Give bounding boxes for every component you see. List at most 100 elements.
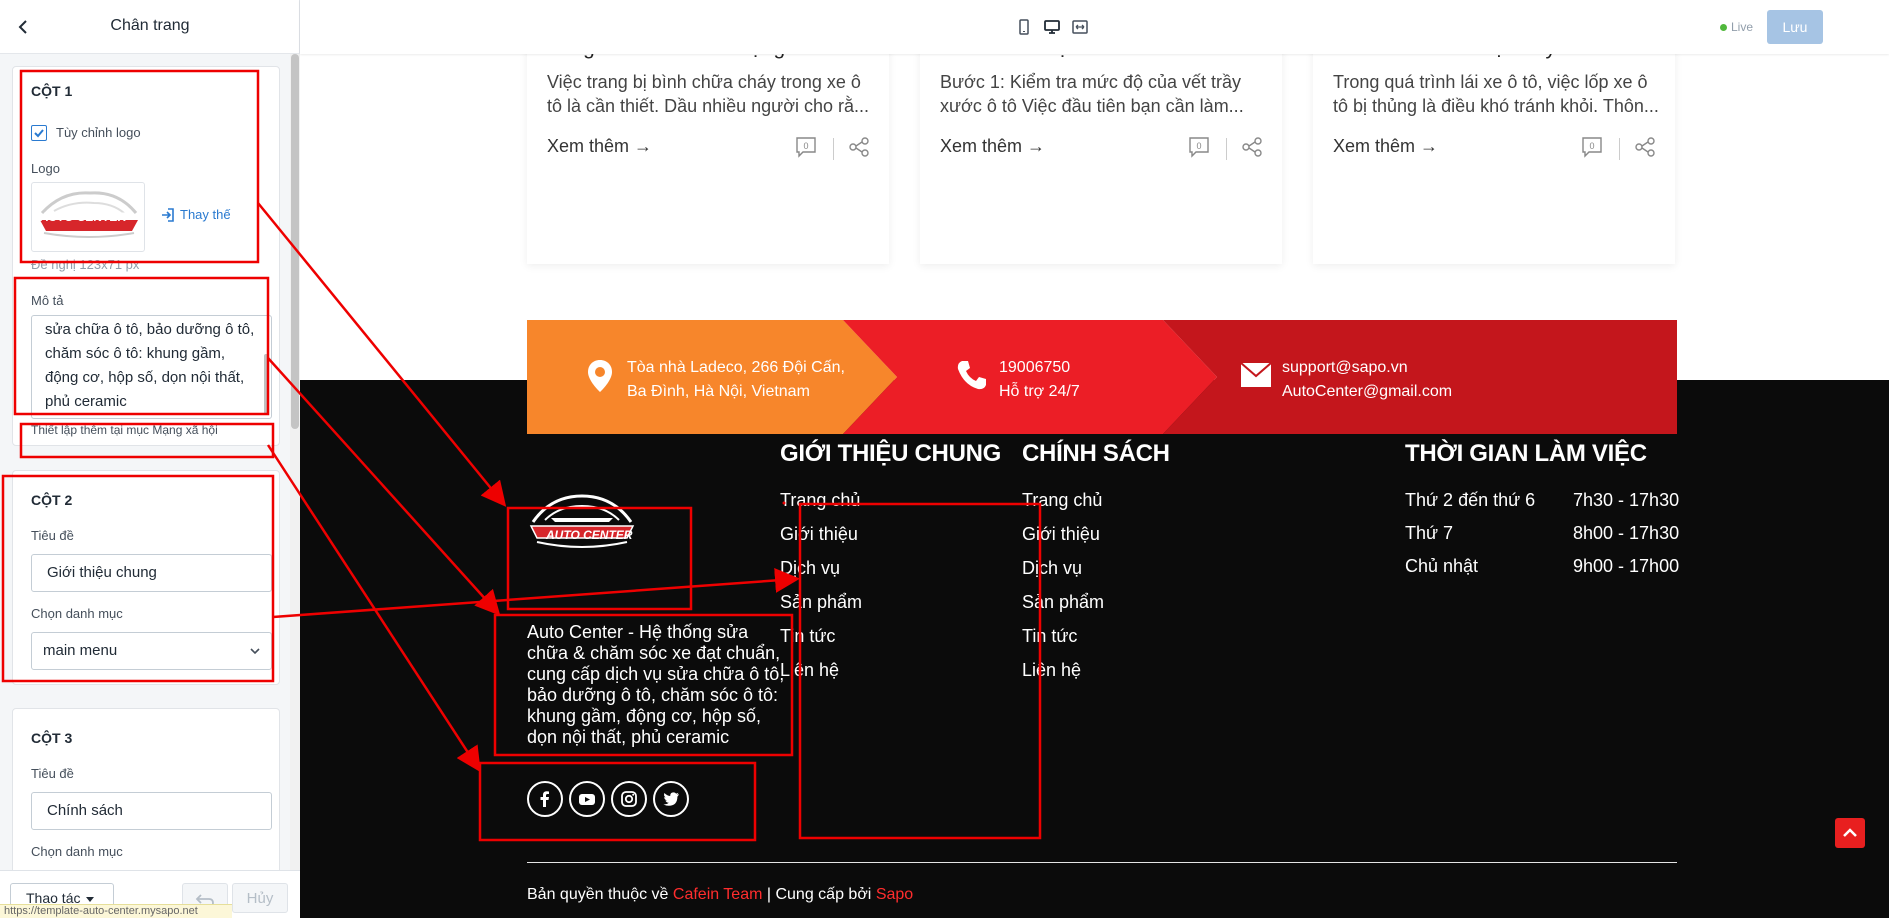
comment-count: 0 — [803, 141, 808, 151]
site-preview: trong ô tô? Cách sử dụng bình... Việc tr… — [300, 54, 1889, 918]
copyright-mid: | Cung cấp bởi — [766, 886, 872, 903]
post-card[interactable]: trong ô tô? Cách sử dụng bình... Việc tr… — [527, 54, 889, 264]
footer-link[interactable]: Dịch vụ — [1022, 558, 1082, 579]
column-3-title-label: Tiêu đề — [31, 766, 74, 781]
live-label: Live — [1731, 20, 1754, 34]
hours-time: 7h30 - 17h30 — [1573, 490, 1680, 510]
replace-icon — [162, 207, 174, 222]
footer-link[interactable]: Giới thiệu — [780, 524, 858, 545]
copyright-provider-link[interactable]: Sapo — [876, 886, 913, 903]
read-more-link[interactable]: Xem thêm → — [940, 136, 1045, 157]
footer-col-intro-title: GIỚI THIỆU CHUNG — [780, 440, 1002, 467]
footer-link[interactable]: Liên hệ — [780, 660, 839, 681]
back-to-top-button[interactable] — [1835, 818, 1865, 848]
panel-header: Chân trang — [0, 0, 300, 54]
post-title[interactable]: trên xe ô tô tại nhà — [940, 54, 1270, 64]
comment-icon[interactable]: 0 — [1581, 136, 1603, 158]
facebook-icon[interactable] — [527, 781, 563, 817]
copyright-team-link[interactable]: Cafein Team — [673, 886, 763, 903]
desktop-icon[interactable] — [1043, 18, 1061, 36]
scrollbar-thumb[interactable] — [291, 54, 299, 429]
comment-count: 0 — [1196, 141, 1201, 151]
column-3-title: CỘT 3 — [31, 730, 73, 746]
share-icon[interactable] — [1241, 136, 1263, 158]
contact-email[interactable]: support@sapo.vn AutoCenter@gmail.com — [1282, 356, 1452, 404]
cancel-button[interactable]: Hủy — [232, 883, 288, 913]
caret-down-icon — [86, 897, 94, 902]
arrow-right-icon: → — [1420, 136, 1439, 156]
column-3-title-input[interactable]: Chính sách — [31, 792, 272, 830]
footer-link[interactable]: Tin tức — [780, 626, 835, 647]
twitter-icon[interactable] — [653, 781, 689, 817]
footer-link[interactable]: Trang chủ — [780, 490, 860, 511]
site-logo[interactable] — [527, 492, 637, 556]
live-dot-icon — [1720, 23, 1727, 31]
column-2-title-label: Tiêu đề — [31, 528, 74, 543]
post-card[interactable]: Xử khánh nhất hiện nay? Trong quá trình … — [1313, 54, 1675, 264]
read-more-label: Xem thêm — [1333, 136, 1416, 156]
hours-time: 8h00 - 17h30 — [1573, 523, 1680, 543]
read-more-link[interactable]: Xem thêm → — [547, 136, 652, 157]
address-line-2: Ba Đình, Hà Nội, Vietnam — [627, 383, 810, 400]
hours-time: 9h00 - 17h00 — [1573, 556, 1680, 576]
status-url: https://template-auto-center.mysapo.net — [0, 904, 232, 918]
save-button[interactable]: Lưu — [1767, 10, 1823, 44]
live-indicator: Live — [1720, 20, 1753, 34]
fullwidth-icon[interactable] — [1071, 18, 1089, 36]
email-2[interactable]: AutoCenter@gmail.com — [1282, 380, 1452, 404]
comment-icon[interactable]: 0 — [795, 136, 817, 158]
post-title[interactable]: trong ô tô? Cách sử dụng bình... — [547, 54, 877, 64]
contact-phone[interactable]: 19006750 Hỗ trợ 24/7 — [999, 356, 1080, 404]
panel-scrollbar[interactable] — [290, 54, 300, 870]
textarea-scrollbar[interactable] — [264, 354, 269, 414]
footer-col-hours-title: THỜI GIAN LÀM VIỆC — [1405, 440, 1647, 467]
address-line-1: Tòa nhà Ladeco, 266 Đội Cấn, — [627, 359, 845, 376]
read-more-link[interactable]: Xem thêm → — [1333, 136, 1438, 157]
social-setting-note[interactable]: Thiết lập thêm tại mục Mạng xã hội — [31, 423, 218, 437]
hours-day: Chủ nhật — [1405, 556, 1479, 576]
phone-number[interactable]: 19006750 — [999, 356, 1080, 380]
footer-link[interactable]: Liên hệ — [1022, 660, 1081, 681]
column-2-menu-select[interactable]: main menu — [31, 632, 272, 670]
copyright: Bản quyền thuộc về Cafein Team | Cung cấ… — [527, 886, 913, 904]
contact-address: Tòa nhà Ladeco, 266 Đội Cấn, Ba Đình, Hà… — [627, 356, 845, 404]
footer-link[interactable]: Sản phẩm — [780, 592, 862, 613]
share-icon[interactable] — [1634, 136, 1656, 158]
column-2-title-input[interactable]: Giới thiệu chung — [31, 554, 272, 592]
footer-col-policy-title: CHÍNH SÁCH — [1022, 440, 1170, 467]
email-icon[interactable] — [1240, 362, 1272, 388]
footer-link[interactable]: Dịch vụ — [780, 558, 840, 579]
column-2-title: CỘT 2 — [31, 492, 73, 508]
custom-logo-checkbox[interactable] — [31, 125, 47, 141]
instagram-icon[interactable] — [611, 781, 647, 817]
divider — [1226, 138, 1227, 160]
comment-icon[interactable]: 0 — [1188, 136, 1210, 158]
column-2-menu-value: main menu — [43, 642, 118, 659]
footer-link[interactable]: Tin tức — [1022, 626, 1077, 647]
share-icon[interactable] — [848, 136, 870, 158]
post-title[interactable]: Xử khánh nhất hiện nay? — [1333, 54, 1663, 64]
footer-divider — [527, 862, 1677, 863]
description-label: Mô tả — [31, 293, 64, 308]
youtube-icon[interactable] — [569, 781, 605, 817]
mobile-icon[interactable] — [1015, 18, 1033, 36]
column-2-menu-label: Chọn danh mục — [31, 606, 123, 621]
footer-link[interactable]: Sản phẩm — [1022, 592, 1104, 613]
footer-link[interactable]: Giới thiệu — [1022, 524, 1100, 545]
replace-logo-button[interactable]: Thay thế — [161, 207, 231, 222]
location-pin-icon — [588, 360, 612, 392]
description-value: sửa chữa ô tô, bảo dưỡng ô tô, chăm sóc … — [45, 321, 255, 410]
post-card[interactable]: trên xe ô tô tại nhà Bước 1: Kiểm tra mứ… — [920, 54, 1282, 264]
editor-panel: Chân trang CỘT 1 Tùy chỉnh logo Logo AUT… — [0, 0, 300, 918]
post-excerpt: Trong quá trình lái xe ô tô, việc lốp xe… — [1333, 72, 1659, 116]
copyright-prefix: Bản quyền thuộc về — [527, 886, 669, 903]
panel-title: Chân trang — [110, 17, 190, 34]
description-textarea[interactable]: sửa chữa ô tô, bảo dưỡng ô tô, chăm sóc … — [31, 315, 272, 419]
hours-day: Thứ 7 — [1405, 523, 1454, 543]
footer-link[interactable]: Trang chủ — [1022, 490, 1102, 511]
email-1[interactable]: support@sapo.vn — [1282, 356, 1452, 380]
phone-icon[interactable] — [956, 359, 988, 391]
logo-label: Logo — [31, 161, 60, 176]
panel-body: CỘT 1 Tùy chỉnh logo Logo AUTO CENTER Th… — [0, 54, 290, 870]
footer-about-text: Auto Center - Hệ thống sửa chữa & chăm s… — [527, 622, 785, 747]
